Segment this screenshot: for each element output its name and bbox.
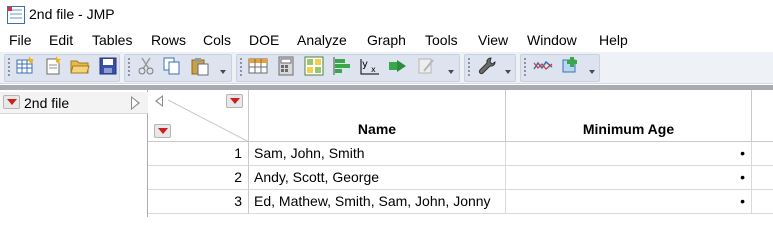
toolbar: y x <box>0 52 773 84</box>
columns-red-triangle-icon[interactable] <box>226 94 243 108</box>
window-title: 2nd file - JMP <box>29 6 115 22</box>
calculator-icon[interactable] <box>276 56 296 76</box>
table-cell[interactable]: Sam, John, Smith <box>249 142 506 166</box>
hide-panel-icon[interactable] <box>155 95 163 107</box>
toolbar-overflow-dropdown[interactable] <box>448 70 454 76</box>
copy-icon[interactable] <box>162 56 182 76</box>
table-cell[interactable]: Andy, Scott, George <box>249 166 506 190</box>
menu-tables[interactable]: Tables <box>92 32 132 48</box>
table-panel: 2nd file <box>0 90 148 217</box>
menu-rows[interactable]: Rows <box>151 32 186 48</box>
rows-red-triangle-icon[interactable] <box>154 124 171 138</box>
menu-cols[interactable]: Cols <box>203 32 231 48</box>
table-name-label: 2nd file <box>24 95 70 111</box>
toolbar-overflow-dropdown[interactable] <box>589 70 595 76</box>
arrow-icon[interactable] <box>388 56 408 76</box>
table-cell[interactable]: Ed, Mathew, Smith, Sam, John, Jonny <box>249 190 506 214</box>
menu-file[interactable]: File <box>9 32 32 48</box>
cut-icon[interactable] <box>136 56 156 76</box>
distribution-icon[interactable] <box>332 56 352 76</box>
row-number[interactable]: 1 <box>148 142 249 166</box>
toolbar-grip[interactable] <box>468 58 470 76</box>
data-grid-icon[interactable] <box>248 56 268 76</box>
open-folder-icon[interactable] <box>70 56 90 76</box>
pen-icon[interactable] <box>416 56 436 76</box>
table-name-row: 2nd file <box>0 92 148 114</box>
column-header-name[interactable]: Name <box>249 90 506 142</box>
menu-bar: File Edit Tables Rows Cols DOE Analyze G… <box>0 30 773 52</box>
red-triangle-menu-icon[interactable] <box>3 95 20 109</box>
menu-analyze[interactable]: Analyze <box>297 32 347 48</box>
menu-window[interactable]: Window <box>527 32 577 48</box>
column-header-minimum-age[interactable]: Minimum Age <box>506 90 752 142</box>
column-header-empty[interactable] <box>752 90 773 142</box>
menu-help[interactable]: Help <box>599 32 628 48</box>
table-cell[interactable]: • <box>506 190 752 214</box>
menu-doe[interactable]: DOE <box>249 32 279 48</box>
menu-tools[interactable]: Tools <box>425 32 458 48</box>
toolbar-grip[interactable] <box>128 58 130 76</box>
table-cell[interactable] <box>752 166 773 190</box>
save-icon[interactable] <box>98 56 118 76</box>
toolbar-grip[interactable] <box>524 58 526 76</box>
table-cell[interactable]: • <box>506 142 752 166</box>
grid-corner <box>148 90 249 142</box>
row-number[interactable]: 2 <box>148 166 249 190</box>
column-title: Name <box>357 121 397 137</box>
new-data-table-icon[interactable] <box>15 56 35 76</box>
svg-text:y: y <box>362 59 368 70</box>
jmp-data-table-icon <box>7 6 25 24</box>
fit-y-by-x-icon[interactable]: y x <box>360 56 380 76</box>
data-grid: Name Minimum Age 1 Sam, John, Smith • 2 … <box>148 90 773 217</box>
wrench-icon[interactable] <box>477 56 497 76</box>
layout-icon[interactable] <box>304 56 324 76</box>
svg-text:x: x <box>371 65 376 74</box>
column-title: Minimum Age <box>582 121 675 137</box>
paste-icon[interactable] <box>190 56 210 76</box>
toolbar-grip[interactable] <box>8 58 10 76</box>
toolbar-group-graph <box>520 54 600 82</box>
collapse-panel-icon[interactable] <box>131 96 140 110</box>
title-bar: 2nd file - JMP <box>0 0 773 30</box>
new-script-icon[interactable] <box>43 56 63 76</box>
row-number[interactable]: 3 <box>148 190 249 214</box>
menu-edit[interactable]: Edit <box>49 32 73 48</box>
toolbar-overflow-dropdown[interactable] <box>220 70 226 76</box>
add-on-icon[interactable] <box>561 56 581 76</box>
toolbar-grip[interactable] <box>240 58 242 76</box>
toolbar-overflow-dropdown[interactable] <box>505 70 511 76</box>
table-cell[interactable] <box>752 142 773 166</box>
menu-view[interactable]: View <box>478 32 508 48</box>
table-cell[interactable] <box>752 190 773 214</box>
graph-builder-icon[interactable] <box>533 56 553 76</box>
menu-graph[interactable]: Graph <box>367 32 406 48</box>
table-cell[interactable]: • <box>506 166 752 190</box>
